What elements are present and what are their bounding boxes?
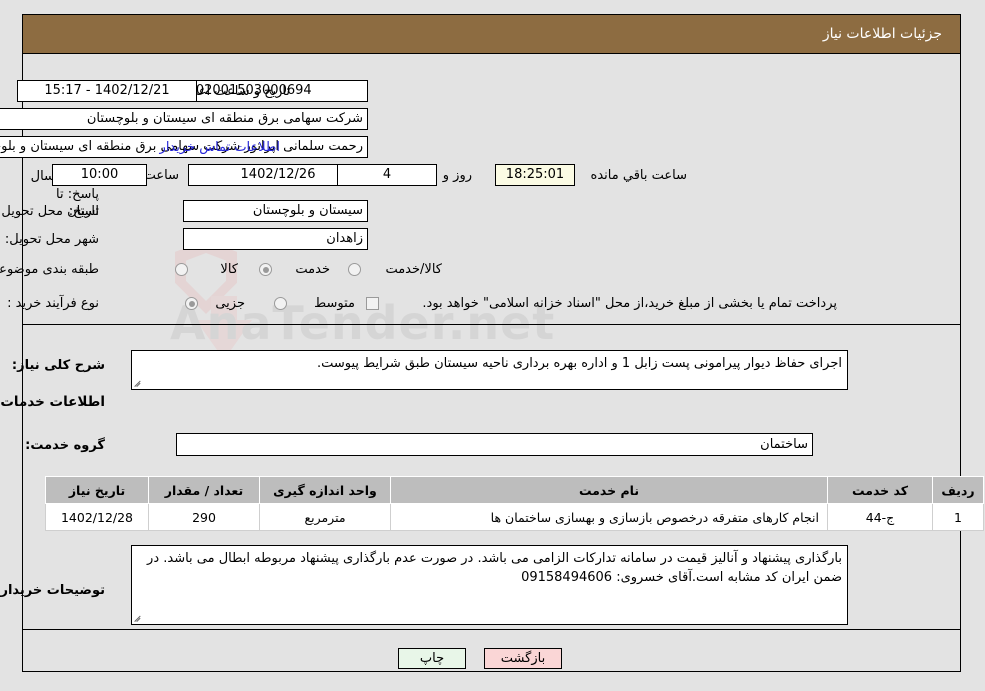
category-label-khedmat: خدمت bbox=[295, 262, 330, 277]
process-radio-jozi[interactable] bbox=[185, 297, 198, 310]
cell-service-name: انجام کارهای متفرقه درخصوص بازسازی و بهس… bbox=[390, 503, 828, 531]
province-value: سیستان و بلوچستان bbox=[252, 203, 363, 218]
back-button[interactable]: بازگشت bbox=[484, 648, 562, 669]
remaining-days-value: 4 bbox=[382, 167, 392, 182]
deadline-time-label: ساعت bbox=[143, 168, 179, 183]
city-value: زاهدان bbox=[326, 231, 363, 246]
remaining-clock-field: 18:25:01 bbox=[495, 164, 575, 186]
page-root: AnaTender.net جزئیات اطلاعات نیاز شماره … bbox=[0, 0, 985, 691]
cell-row-no: 1 bbox=[932, 503, 984, 531]
general-description-textarea[interactable]: اجرای حفاظ دیوار پیرامونی پست زابل 1 و ا… bbox=[131, 350, 848, 390]
public-announce-value: 1402/12/21 - 15:17 bbox=[44, 83, 170, 98]
col-service-code: کد خدمت bbox=[827, 476, 933, 504]
col-service-name: نام خدمت bbox=[390, 476, 828, 504]
buyer-notes-value: بارگذاری پیشنهاد و آنالیز قیمت در سامانه… bbox=[147, 551, 842, 585]
category-radio-khedmat[interactable] bbox=[259, 263, 272, 276]
public-announce-field[interactable]: 1402/12/21 - 15:17 bbox=[17, 80, 197, 102]
services-section-heading: اطلاعات خدمات مورد نیاز bbox=[0, 394, 105, 410]
remaining-clock-value: 18:25:01 bbox=[505, 167, 565, 182]
services-table: ردیف کد خدمت نام خدمت واحد اندازه گیری ت… bbox=[45, 476, 984, 531]
category-radio-kala[interactable] bbox=[175, 263, 188, 276]
remaining-clock-label: ساعت باقي مانده bbox=[590, 168, 687, 183]
buyer-notes-label: توضیحات خریدار: bbox=[0, 583, 105, 598]
remaining-days-label: روز و bbox=[442, 168, 472, 183]
general-description-value: اجرای حفاظ دیوار پیرامونی پست زابل 1 و ا… bbox=[316, 356, 842, 371]
process-label: نوع فرآیند خرید : bbox=[7, 296, 99, 311]
window-titlebar: جزئیات اطلاعات نیاز bbox=[22, 14, 961, 54]
deadline-time-field[interactable]: 10:00 bbox=[52, 164, 147, 186]
service-group-field[interactable]: ساختمان bbox=[176, 433, 813, 456]
buyer-contact-link[interactable]: اطلاعات تماس خریدار bbox=[160, 140, 280, 155]
province-field[interactable]: سیستان و بلوچستان bbox=[183, 200, 368, 222]
buyer-org-field[interactable]: شرکت سهامی برق منطقه ای سیستان و بلوچستا… bbox=[0, 108, 368, 130]
city-field[interactable]: زاهدان bbox=[183, 228, 368, 250]
cell-unit: مترمربع bbox=[259, 503, 391, 531]
buyer-notes-resize-handle[interactable] bbox=[134, 613, 144, 623]
deadline-time-value: 10:00 bbox=[80, 167, 119, 182]
general-description-label: شرح کلی نیاز: bbox=[11, 358, 105, 373]
col-quantity: تعداد / مقدار bbox=[148, 476, 260, 504]
city-label: شهر محل تحویل: bbox=[4, 232, 99, 247]
buyer-org-value: شرکت سهامی برق منطقه ای سیستان و بلوچستا… bbox=[86, 111, 363, 126]
col-need-date: تاریخ نیاز bbox=[45, 476, 149, 504]
col-row-no: ردیف bbox=[932, 476, 984, 504]
cell-need-date: 1402/12/28 bbox=[45, 503, 149, 531]
process-label-jozi: جزیی bbox=[215, 296, 245, 311]
cell-service-code: ج-44 bbox=[827, 503, 933, 531]
remaining-days-field[interactable]: 4 bbox=[337, 164, 437, 186]
category-label: طبقه بندی موضوعی: bbox=[0, 262, 99, 277]
table-header-row: ردیف کد خدمت نام خدمت واحد اندازه گیری ت… bbox=[45, 476, 984, 504]
print-button[interactable]: چاپ bbox=[398, 648, 466, 669]
buyer-notes-textarea[interactable]: بارگذاری پیشنهاد و آنالیز قیمت در سامانه… bbox=[131, 545, 848, 625]
category-label-kala: کالا bbox=[220, 262, 238, 277]
col-unit: واحد اندازه گیری bbox=[259, 476, 391, 504]
cell-quantity: 290 bbox=[148, 503, 260, 531]
table-row[interactable]: 1 ج-44 انجام کارهای متفرقه درخصوص بازساز… bbox=[45, 503, 984, 531]
category-radio-kala-khedmat[interactable] bbox=[348, 263, 361, 276]
process-label-motavaset: متوسط bbox=[314, 296, 355, 311]
treasury-checkbox[interactable] bbox=[366, 297, 379, 310]
category-label-kala-khedmat: کالا/خدمت bbox=[385, 262, 442, 277]
process-radio-motavaset[interactable] bbox=[274, 297, 287, 310]
page-title: جزئیات اطلاعات نیاز bbox=[822, 26, 942, 42]
province-label: استان محل تحویل: bbox=[0, 204, 99, 219]
treasury-text: پرداخت تمام یا بخشی از مبلغ خرید،از محل … bbox=[422, 296, 837, 311]
textarea-resize-handle[interactable] bbox=[134, 378, 144, 388]
service-group-value: ساختمان bbox=[760, 437, 808, 452]
service-group-label: گروه خدمت: bbox=[25, 438, 105, 453]
